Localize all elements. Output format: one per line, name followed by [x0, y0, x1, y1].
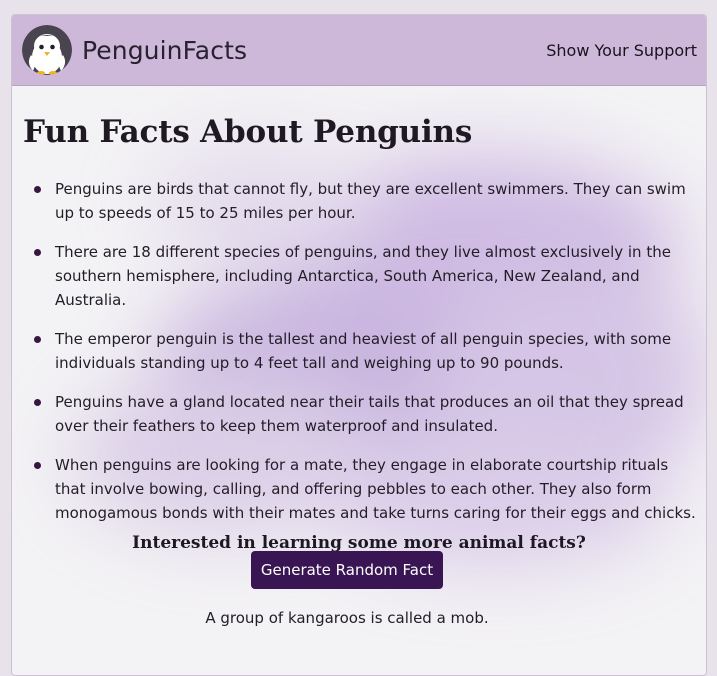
brand-name[interactable]: PenguinFacts: [82, 36, 247, 66]
fact-text: The emperor penguin is the tallest and h…: [55, 330, 672, 372]
bullet-icon: [34, 336, 41, 343]
generate-random-fact-button[interactable]: Generate Random Fact: [251, 551, 443, 589]
fact-list-item: When penguins are looking for a mate, th…: [12, 453, 706, 525]
fact-text: When penguins are looking for a mate, th…: [55, 456, 696, 522]
fact-text: There are 18 different species of pengui…: [55, 243, 671, 309]
bullet-icon: [34, 399, 41, 406]
fact-list-item: Penguins have a gland located near their…: [12, 390, 706, 438]
fact-text: Penguins have a gland located near their…: [55, 393, 684, 435]
bullet-icon: [34, 186, 41, 193]
bullet-icon: [34, 249, 41, 256]
fact-text: Penguins are birds that cannot fly, but …: [55, 180, 686, 222]
fact-list-item: The emperor penguin is the tallest and h…: [12, 327, 706, 375]
facts-list: Penguins are birds that cannot fly, but …: [12, 177, 706, 540]
fact-list-item: Penguins are birds that cannot fly, but …: [12, 177, 706, 225]
fact-list-item: There are 18 different species of pengui…: [12, 240, 706, 312]
show-support-link[interactable]: Show Your Support: [546, 41, 697, 61]
penguin-icon[interactable]: [22, 25, 72, 75]
bullet-icon: [34, 462, 41, 469]
top-navbar: PenguinFacts Show Your Support: [12, 15, 706, 86]
page-title: Fun Facts About Penguins: [23, 114, 473, 150]
random-fact-text: A group of kangaroos is called a mob.: [205, 609, 489, 627]
